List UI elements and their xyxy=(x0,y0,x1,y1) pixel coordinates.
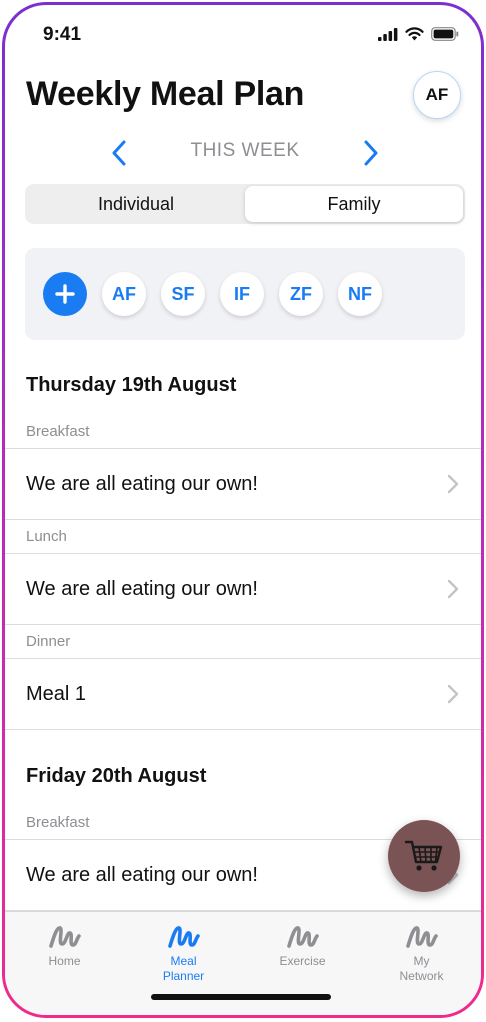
shopping-cart-icon xyxy=(404,840,443,871)
tab-label: My Network xyxy=(399,954,444,983)
status-bar: 9:41 xyxy=(5,5,481,65)
member-avatar-if[interactable]: IF xyxy=(220,272,264,316)
tab-label: Home xyxy=(48,954,81,968)
tab-my-network[interactable]: My Network xyxy=(362,912,481,1015)
squiggle-logo-icon xyxy=(48,926,81,948)
family-members-panel: AF SF IF ZF NF xyxy=(25,248,465,340)
wifi-icon xyxy=(405,27,424,41)
page-title: Weekly Meal Plan xyxy=(26,75,305,113)
squiggle-logo-icon xyxy=(405,926,438,948)
chevron-right-icon xyxy=(364,140,378,166)
chevron-right-icon xyxy=(447,474,459,494)
meal-type-label: Lunch xyxy=(5,520,481,554)
phone-frame: 9:41 Weekly Meal Plan AF THIS WEEK Indiv… xyxy=(2,2,484,1018)
meal-value: We are all eating our own! xyxy=(26,472,258,495)
meal-row-thursday-lunch[interactable]: We are all eating our own! xyxy=(5,554,481,625)
member-avatar-nf[interactable]: NF xyxy=(338,272,382,316)
previous-week-button[interactable] xyxy=(105,135,133,171)
next-week-button[interactable] xyxy=(357,135,385,171)
member-avatar-zf[interactable]: ZF xyxy=(279,272,323,316)
plus-icon xyxy=(55,284,75,304)
tab-label: Exercise xyxy=(279,954,326,968)
squiggle-logo-icon xyxy=(286,926,319,948)
meal-value: We are all eating our own! xyxy=(26,863,258,886)
cellular-signal-icon xyxy=(378,27,398,41)
member-avatar-af[interactable]: AF xyxy=(102,272,146,316)
meal-type-label: Dinner xyxy=(5,625,481,659)
meal-type-label: Breakfast xyxy=(5,415,481,449)
home-indicator[interactable] xyxy=(151,994,331,1000)
status-time: 9:41 xyxy=(43,24,82,45)
chevron-right-icon xyxy=(447,684,459,704)
shopping-cart-button[interactable] xyxy=(388,820,460,892)
chevron-right-icon xyxy=(447,579,459,599)
meal-value: Meal 1 xyxy=(26,682,87,705)
status-icons xyxy=(378,27,459,41)
squiggle-logo-icon xyxy=(167,926,200,948)
tab-home[interactable]: Home xyxy=(5,912,124,1015)
meal-row-thursday-dinner[interactable]: Meal 1 xyxy=(5,659,481,730)
day-heading: Thursday 19th August xyxy=(26,374,237,396)
day-spacer xyxy=(5,730,481,746)
profile-avatar[interactable]: AF xyxy=(413,71,461,119)
day-heading: Friday 20th August xyxy=(26,765,207,787)
member-avatar-sf[interactable]: SF xyxy=(161,272,205,316)
battery-icon xyxy=(431,27,459,41)
meal-row-thursday-breakfast[interactable]: We are all eating our own! xyxy=(5,449,481,520)
app-screen: 9:41 Weekly Meal Plan AF THIS WEEK Indiv… xyxy=(5,5,481,1015)
plan-type-segmented-control: Individual Family xyxy=(25,184,465,224)
segment-individual[interactable]: Individual xyxy=(27,186,245,222)
tab-label: Meal Planner xyxy=(162,954,205,983)
chevron-left-icon xyxy=(112,140,126,166)
week-label: THIS WEEK xyxy=(190,140,300,161)
meal-value: We are all eating our own! xyxy=(26,577,258,600)
segment-family[interactable]: Family xyxy=(245,186,463,222)
add-member-button[interactable] xyxy=(43,272,87,316)
